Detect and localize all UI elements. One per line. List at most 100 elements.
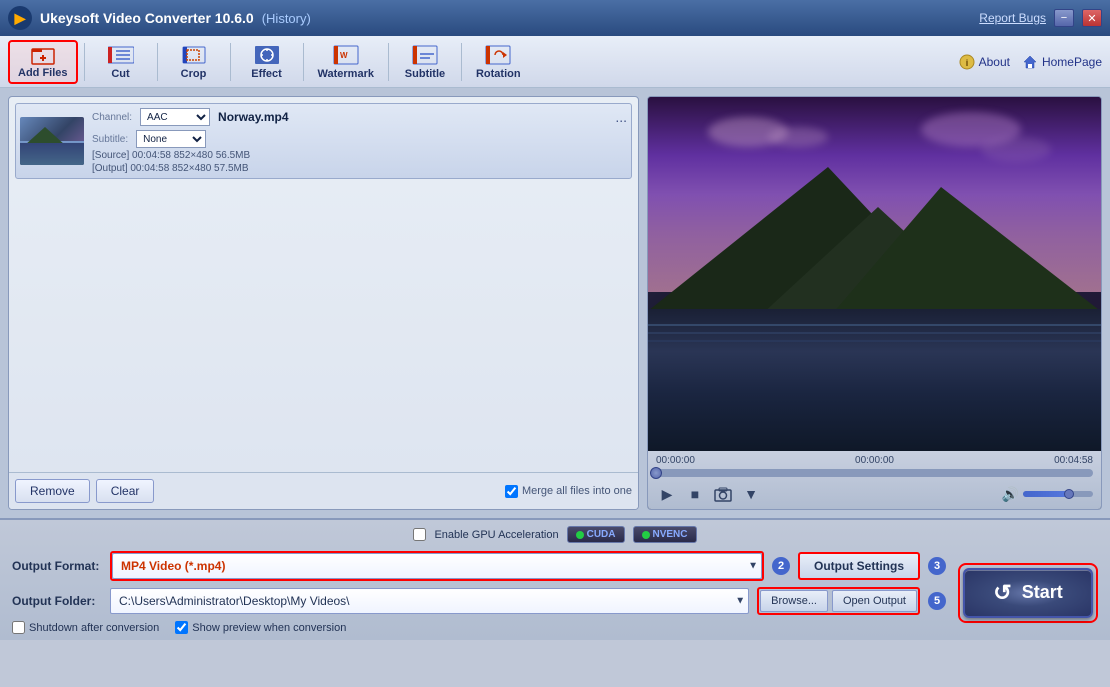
about-link[interactable]: i About (959, 54, 1010, 70)
format-badge: 2 (772, 557, 790, 575)
output-folder-row: Output Folder: C:\Users\Administrator\De… (12, 587, 946, 615)
format-select[interactable]: MP4 Video (*.mp4) (112, 553, 762, 579)
subtitle-icon (412, 44, 438, 66)
shutdown-label: Shutdown after conversion (29, 622, 159, 634)
add-files-label: Add Files (18, 67, 68, 79)
toolbar: Add Files Cut Crop (0, 36, 1110, 88)
water-reflection (648, 324, 1101, 326)
crop-label: Crop (181, 68, 207, 80)
effect-button[interactable]: Effect (237, 40, 297, 84)
controls-row: ▶ ■ ▼ 🔊 (656, 483, 1093, 505)
output-format-row: Output Format: MP4 Video (*.mp4) ▼ 2 Out… (12, 551, 946, 581)
preview-mountains (648, 150, 1101, 327)
folder-badge: 5 (928, 592, 946, 610)
title-bar-right: Report Bugs − ✕ (979, 9, 1102, 27)
gpu-checkbox[interactable] (413, 528, 426, 541)
title-bar-left: ▶ Ukeysoft Video Converter 10.6.0 (Histo… (8, 6, 311, 30)
format-label: Output Format: (12, 559, 102, 573)
snapshot-button[interactable] (712, 483, 734, 505)
title-bar: ▶ Ukeysoft Video Converter 10.6.0 (Histo… (0, 0, 1110, 36)
cuda-dot (576, 531, 584, 539)
preview-checkbox-label[interactable]: Show preview when conversion (175, 621, 346, 634)
folder-buttons: Browse... Open Output (757, 587, 920, 615)
snapshot-arrow[interactable]: ▼ (740, 483, 762, 505)
nvenc-badge: NVENC (633, 526, 697, 543)
time-row: 00:00:00 00:00:00 00:04:58 (656, 455, 1093, 466)
subtitle-select[interactable]: None (136, 130, 206, 148)
effect-icon (254, 44, 280, 66)
browse-button[interactable]: Browse... (760, 590, 828, 612)
report-bugs-link[interactable]: Report Bugs (979, 11, 1046, 25)
cloud-2 (768, 127, 828, 147)
shutdown-checkbox-label[interactable]: Shutdown after conversion (12, 621, 159, 634)
output-info: [Output] 00:04:58 852×480 57.5MB (92, 163, 627, 174)
toolbar-divider-6 (461, 43, 462, 81)
file-menu-dots[interactable]: ... (615, 109, 627, 125)
start-button[interactable]: ↺ Start (963, 568, 1093, 618)
remove-button[interactable]: Remove (15, 479, 90, 503)
volume-handle[interactable] (1064, 489, 1074, 499)
playback-controls: 00:00:00 00:00:00 00:04:58 ▶ ■ ▼ (648, 451, 1101, 509)
rotation-button[interactable]: Rotation (468, 40, 529, 84)
progress-bar[interactable] (656, 469, 1093, 477)
add-files-button[interactable]: Add Files (8, 40, 78, 84)
clear-button[interactable]: Clear (96, 479, 155, 503)
checkbox-row: Shutdown after conversion Show preview w… (12, 621, 946, 634)
cut-button[interactable]: Cut (91, 40, 151, 84)
volume-bar[interactable] (1023, 491, 1093, 497)
volume-fill (1023, 491, 1069, 497)
stop-button[interactable]: ■ (684, 483, 706, 505)
open-output-button[interactable]: Open Output (832, 590, 917, 612)
time-middle: 00:00:00 (855, 455, 894, 466)
volume-icon: 🔊 (1002, 486, 1019, 503)
thumb-water (20, 143, 84, 165)
preview-label: Show preview when conversion (192, 622, 346, 634)
file-panel: Channel: AAC Norway.mp4 ... Subtitle: No… (8, 96, 639, 510)
rotation-label: Rotation (476, 68, 521, 80)
merge-checkbox-label[interactable]: Merge all files into one (505, 485, 632, 498)
merge-checkbox-input[interactable] (505, 485, 518, 498)
play-button[interactable]: ▶ (656, 483, 678, 505)
subtitle-button[interactable]: Subtitle (395, 40, 455, 84)
preview-background (648, 97, 1101, 451)
nvenc-label: NVENC (653, 529, 688, 540)
main-content: Channel: AAC Norway.mp4 ... Subtitle: No… (0, 88, 1110, 518)
shutdown-checkbox[interactable] (12, 621, 25, 634)
start-icon: ↺ (993, 580, 1011, 606)
preview-panel: 00:00:00 00:00:00 00:04:58 ▶ ■ ▼ (647, 96, 1102, 510)
toolbar-divider-1 (84, 43, 85, 81)
file-thumbnail (20, 117, 84, 165)
svg-text:W: W (340, 51, 348, 60)
cuda-label: CUDA (587, 529, 616, 540)
gpu-label: Enable GPU Acceleration (434, 529, 558, 541)
channel-label: Channel: (92, 112, 132, 123)
cut-label: Cut (111, 68, 129, 80)
app-title: Ukeysoft Video Converter 10.6.0 (40, 10, 254, 26)
channel-select[interactable]: AAC (140, 108, 210, 126)
toolbar-right: i About HomePage (959, 54, 1102, 70)
toolbar-divider-5 (388, 43, 389, 81)
preview-video (648, 97, 1101, 451)
folder-input-container: C:\Users\Administrator\Desktop\My Videos… (110, 588, 749, 614)
crop-button[interactable]: Crop (164, 40, 224, 84)
merge-label: Merge all files into one (522, 485, 632, 497)
effect-label: Effect (251, 68, 282, 80)
file-name: Norway.mp4 (218, 110, 288, 124)
about-label: About (979, 55, 1010, 69)
progress-handle[interactable] (650, 467, 662, 479)
folder-select[interactable]: C:\Users\Administrator\Desktop\My Videos… (110, 588, 749, 614)
toolbar-divider-2 (157, 43, 158, 81)
crop-icon (181, 44, 207, 66)
close-button[interactable]: ✕ (1082, 9, 1102, 27)
homepage-link[interactable]: HomePage (1022, 54, 1102, 70)
output-settings-button[interactable]: Output Settings (798, 552, 920, 580)
watermark-button[interactable]: W Watermark (310, 40, 382, 84)
nvenc-dot (642, 531, 650, 539)
cuda-badge: CUDA (567, 526, 625, 543)
right-actions: ↺ Start (958, 563, 1098, 623)
time-total: 00:04:58 (1054, 455, 1093, 466)
preview-checkbox[interactable] (175, 621, 188, 634)
file-info: Channel: AAC Norway.mp4 ... Subtitle: No… (92, 108, 627, 174)
file-item: Channel: AAC Norway.mp4 ... Subtitle: No… (15, 103, 632, 179)
minimize-button[interactable]: − (1054, 9, 1074, 27)
